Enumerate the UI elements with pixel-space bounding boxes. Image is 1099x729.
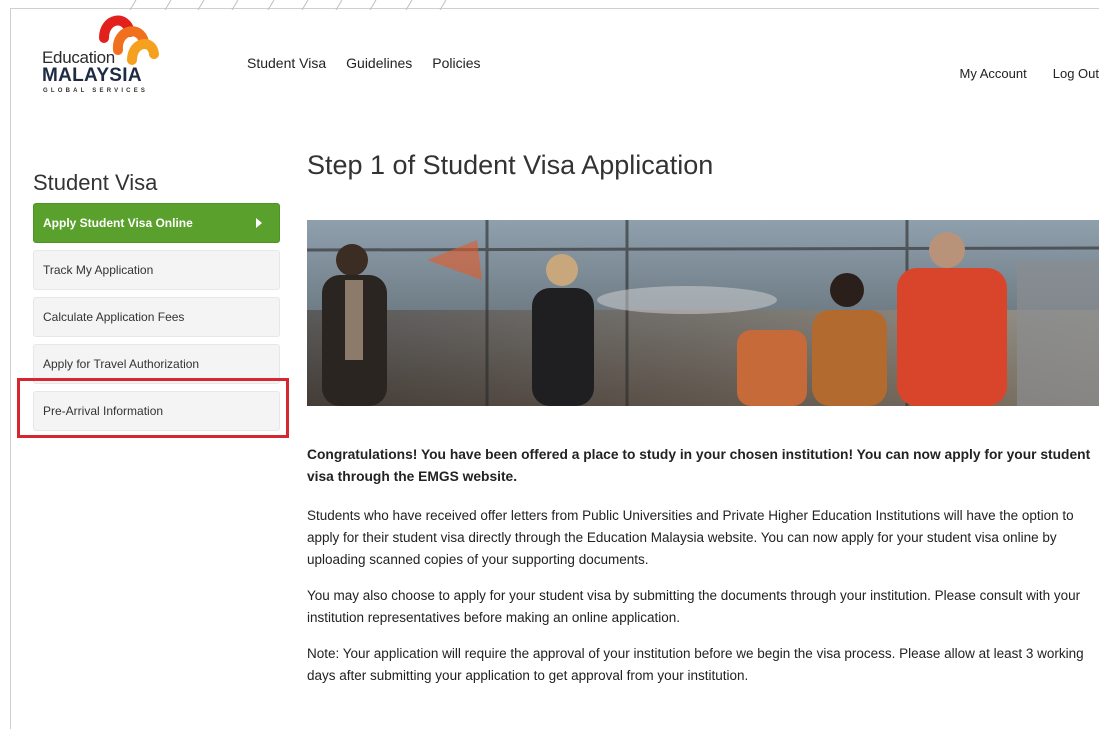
- main-nav: Student Visa Guidelines Policies: [247, 55, 501, 71]
- nav-guidelines[interactable]: Guidelines: [346, 55, 412, 71]
- nav-policies[interactable]: Policies: [432, 55, 480, 71]
- sidebar-item-label: Apply Student Visa Online: [43, 216, 193, 230]
- body-paragraph-2: You may also choose to apply for your st…: [307, 588, 1081, 625]
- chevron-right-icon: [256, 218, 262, 228]
- page-title: Step 1 of Student Visa Application: [307, 150, 714, 180]
- emgs-logo[interactable]: Education MALAYSIA GLOBAL SERVICES: [40, 10, 160, 94]
- logo-text-malaysia: MALAYSIA: [42, 65, 142, 86]
- sidebar-item-label: Calculate Application Fees: [43, 310, 185, 324]
- logo-text-global-services: GLOBAL SERVICES: [43, 88, 149, 94]
- account-links: My Account Log Out: [934, 66, 1099, 81]
- top-decoration: [129, 0, 447, 10]
- main-content: Congratulations! You have been offered a…: [307, 444, 1099, 701]
- sidebar-item-label: Apply for Travel Authorization: [43, 357, 200, 371]
- lead-paragraph: Congratulations! You have been offered a…: [307, 447, 1091, 484]
- hero-image: [307, 220, 1099, 406]
- sidebar-item-label: Track My Application: [43, 263, 154, 277]
- nav-student-visa[interactable]: Student Visa: [247, 55, 326, 71]
- sidebar-item-track-application[interactable]: Track My Application: [33, 250, 280, 290]
- logout-link[interactable]: Log Out: [1053, 66, 1099, 81]
- body-paragraph-1: Students who have received offer letters…: [307, 508, 1074, 567]
- highlight-box: [17, 378, 289, 438]
- airport-photo-illustration: [307, 220, 1099, 406]
- body-paragraph-3: Note: Your application will require the …: [307, 646, 1084, 683]
- sidebar-item-apply-online[interactable]: Apply Student Visa Online: [33, 203, 280, 243]
- my-account-link[interactable]: My Account: [960, 66, 1027, 81]
- sidebar-item-calculate-fees[interactable]: Calculate Application Fees: [33, 297, 280, 337]
- sidebar-title: Student Visa: [33, 170, 158, 196]
